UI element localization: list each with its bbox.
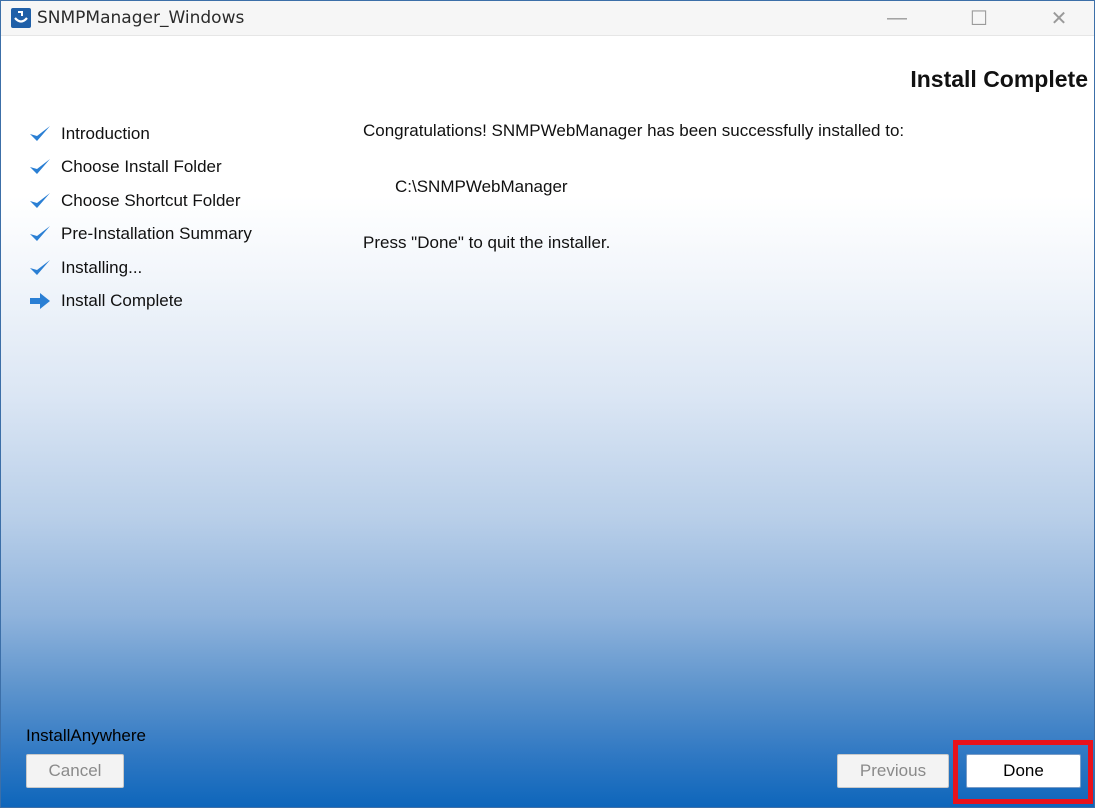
instruction-text: Press "Done" to quit the installer. xyxy=(363,233,611,252)
step-label: Pre-Installation Summary xyxy=(61,224,252,244)
minimize-button[interactable]: — xyxy=(869,1,925,35)
step-label: Installing... xyxy=(61,257,143,277)
installer-body: Install Complete Introduction Choose Ins… xyxy=(1,36,1094,807)
checkmark-icon xyxy=(27,123,53,145)
step-item: Introduction xyxy=(27,117,252,151)
page-title: Install Complete xyxy=(910,66,1088,92)
step-item-current: Install Complete xyxy=(27,285,252,319)
title-bar[interactable]: SNMPManager_Windows — ☐ ✕ xyxy=(1,1,1094,36)
step-label: Choose Shortcut Folder xyxy=(61,190,241,210)
previous-button[interactable]: Previous xyxy=(837,754,949,788)
step-item: Choose Install Folder xyxy=(27,151,252,185)
done-button[interactable]: Done xyxy=(966,754,1081,788)
step-label: Install Complete xyxy=(61,291,183,311)
maximize-icon: ☐ xyxy=(970,7,988,30)
close-icon: ✕ xyxy=(1050,7,1068,30)
install-path: C:\SNMPWebManager xyxy=(395,177,568,196)
app-icon xyxy=(11,8,31,28)
steps-list: Introduction Choose Install Folder Choos… xyxy=(27,117,252,318)
step-item: Choose Shortcut Folder xyxy=(27,184,252,218)
installer-window: SNMPManager_Windows — ☐ ✕ Install Comple… xyxy=(0,0,1095,808)
checkmark-icon xyxy=(27,156,53,178)
step-label: Introduction xyxy=(61,123,150,143)
step-label: Choose Install Folder xyxy=(61,157,222,177)
close-button[interactable]: ✕ xyxy=(1031,1,1087,35)
maximize-button[interactable]: ☐ xyxy=(951,1,1007,35)
step-item: Installing... xyxy=(27,251,252,285)
minimize-icon: — xyxy=(887,6,907,29)
success-message: Congratulations! SNMPWebManager has been… xyxy=(363,121,905,140)
checkmark-icon xyxy=(27,190,53,212)
brand-label: InstallAnywhere xyxy=(26,726,147,745)
checkmark-icon xyxy=(27,223,53,245)
checkmark-icon xyxy=(27,257,53,279)
arrow-right-icon xyxy=(27,290,53,312)
content-panel: Congratulations! SNMPWebManager has been… xyxy=(363,121,1083,253)
step-item: Pre-Installation Summary xyxy=(27,218,252,252)
window-title: SNMPManager_Windows xyxy=(37,8,245,28)
cancel-button[interactable]: Cancel xyxy=(26,754,124,788)
